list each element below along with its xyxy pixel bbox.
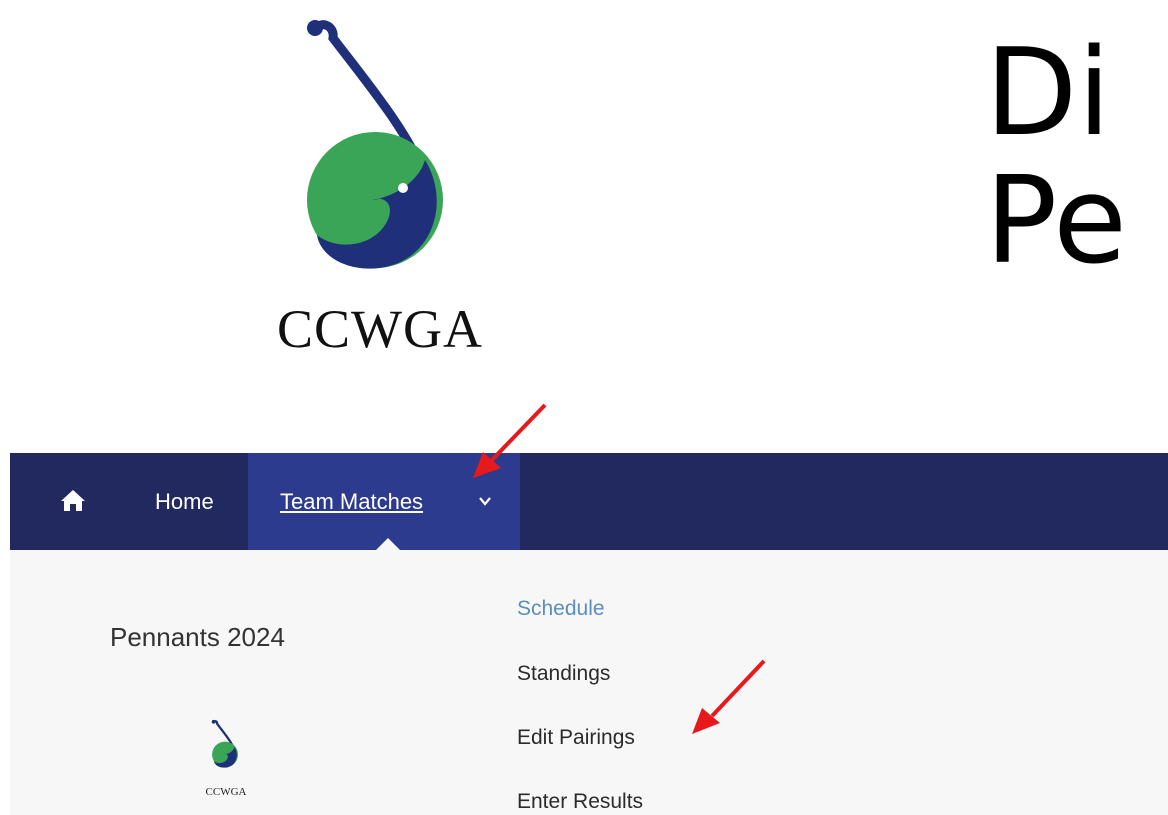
page-title-line-1: Di	[985, 24, 1111, 163]
logo-text: CCWGA	[277, 299, 483, 359]
ccwga-logo: CCWGA	[250, 10, 510, 359]
nav-team-matches-label[interactable]: Team Matches	[280, 453, 423, 550]
nav-team-matches[interactable]: Team Matches	[248, 453, 520, 550]
menu-item-enter-results[interactable]: Enter Results	[517, 790, 643, 814]
golf-club-logo-icon	[307, 20, 443, 269]
dropdown-logo: CCWGA	[200, 715, 252, 805]
menu-item-edit-pairings[interactable]: Edit Pairings	[517, 726, 635, 750]
golf-club-logo-icon	[211, 719, 238, 768]
page-title-line-2: Pe	[985, 152, 1127, 291]
menu-item-standings[interactable]: Standings	[517, 662, 610, 686]
dropdown-caret	[376, 538, 400, 550]
home-icon[interactable]	[60, 488, 86, 512]
dropdown-logo-text: CCWGA	[205, 786, 247, 798]
nav-home-link[interactable]: Home	[155, 453, 214, 550]
menu-item-schedule[interactable]: Schedule	[517, 597, 605, 621]
page-title: Di Pe	[985, 30, 1127, 286]
chevron-down-icon[interactable]	[478, 494, 492, 508]
main-navbar: Home Team Matches	[10, 453, 1168, 550]
dropdown-section-title: Pennants 2024	[110, 622, 285, 652]
team-matches-dropdown: Pennants 2024 CCWGA Schedule Standings E…	[10, 550, 1168, 815]
